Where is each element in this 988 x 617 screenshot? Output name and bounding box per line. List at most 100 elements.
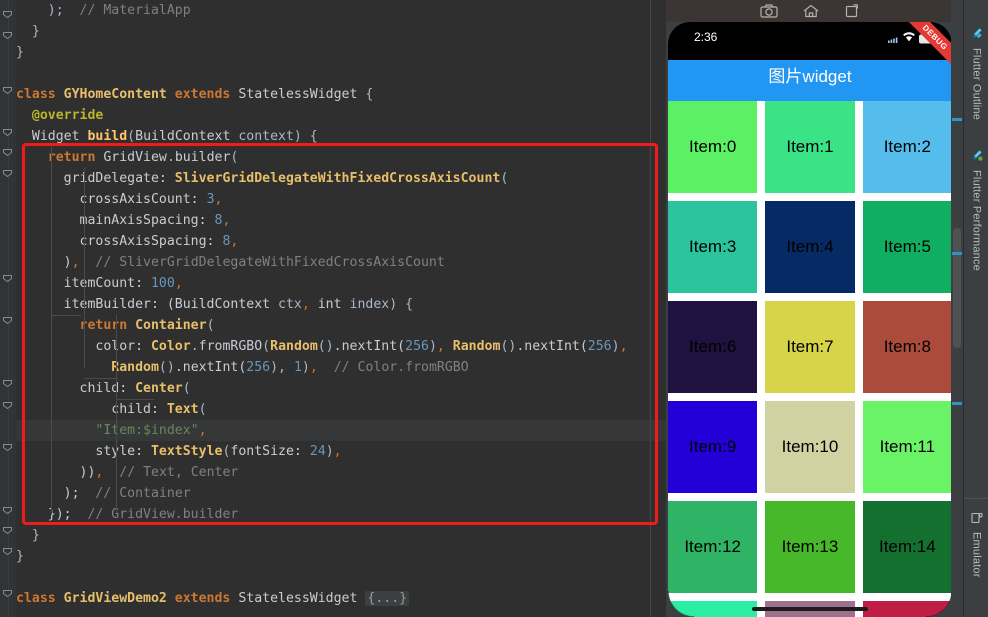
grid-cell[interactable]: Item:2 <box>862 101 952 193</box>
code-token: .nextInt( <box>174 360 247 375</box>
home-icon[interactable] <box>802 4 820 18</box>
grid-cell[interactable]: Item:5 <box>862 201 952 293</box>
rail-item-partial[interactable]: or <box>964 0 988 20</box>
code-text-area[interactable]: ); // MaterialApp }} class GYHomeContent … <box>16 0 666 617</box>
right-tool-rail[interactable]: or Flutter Outline Flutter Performan <box>963 0 988 617</box>
code-line[interactable]: return Container( <box>16 315 666 336</box>
code-line[interactable]: Random().nextInt(256), 1), // Color.from… <box>16 357 666 378</box>
emulator-panel[interactable]: 2:36 DEBUG 图片widget Item:0 Item:1 Item:2… <box>666 0 954 617</box>
code-line[interactable]: ); // MaterialApp <box>16 0 666 21</box>
grid-cell[interactable]: Item:0 <box>668 101 758 193</box>
grid-cell[interactable]: Item:6 <box>668 301 758 393</box>
code-token: ) <box>611 339 620 354</box>
grid-cell[interactable]: Item:12 <box>668 501 758 593</box>
code-line[interactable]: crossAxisCount: 3, <box>16 189 666 210</box>
code-token: // Container <box>95 486 191 501</box>
grid-cell[interactable]: Item:9 <box>668 401 758 493</box>
fold-marker[interactable] <box>2 546 13 557</box>
fold-marker[interactable] <box>2 147 13 158</box>
fold-marker[interactable] <box>2 127 13 138</box>
grid-cell-label: Item:13 <box>781 537 839 556</box>
fold-marker[interactable] <box>2 442 13 453</box>
code-line[interactable]: mainAxisSpacing: 8, <box>16 210 666 231</box>
code-token: context <box>238 129 294 144</box>
code-line[interactable]: return GridView.builder( <box>16 147 666 168</box>
emulator-toolbar[interactable] <box>666 0 954 22</box>
code-line[interactable] <box>16 567 666 588</box>
fold-marker[interactable] <box>2 85 13 96</box>
code-token: fromRGBO <box>198 339 263 354</box>
code-token: }); <box>16 507 72 522</box>
emulator-scrollbar-track[interactable] <box>951 0 963 617</box>
fold-marker[interactable] <box>2 30 13 41</box>
code-token: } <box>16 45 24 60</box>
fold-marker[interactable] <box>2 273 13 284</box>
editor-gutter[interactable] <box>0 0 29 617</box>
code-token: TextStyle <box>150 444 223 459</box>
code-token: ); <box>16 3 80 18</box>
code-token: extends <box>174 87 239 102</box>
grid-cell[interactable]: Item:11 <box>862 401 952 493</box>
fold-marker[interactable] <box>2 525 13 536</box>
indent-guide-tick <box>84 378 118 379</box>
code-line[interactable]: } <box>16 546 666 567</box>
code-line[interactable]: child: Text( <box>16 399 666 420</box>
scrollbar-marker <box>952 402 962 405</box>
grid-cell[interactable]: Item:8 <box>862 301 952 393</box>
overview-icon[interactable] <box>844 4 860 18</box>
code-line[interactable]: class GridViewDemo2 extends StatelessWid… <box>16 588 666 609</box>
grid-cell-label: Item:1 <box>786 137 834 156</box>
grid-cell[interactable]: Item:10 <box>765 401 855 493</box>
code-line[interactable]: ), // SliverGridDelegateWithFixedCrossAx… <box>16 252 666 273</box>
code-line[interactable]: color: Color.fromRGBO(Random().nextInt(2… <box>16 336 666 357</box>
rail-item-emulator[interactable]: Emulator <box>964 512 988 607</box>
code-line[interactable]: )), // Text, Center <box>16 462 666 483</box>
code-token: BuildContext <box>174 297 279 312</box>
fold-marker[interactable] <box>2 400 13 411</box>
code-line[interactable]: Widget build(BuildContext context) { <box>16 126 666 147</box>
code-editor[interactable]: ); // MaterialApp }} class GYHomeContent … <box>0 0 666 617</box>
fold-marker[interactable] <box>2 588 13 599</box>
code-line[interactable]: }); // GridView.builder <box>16 504 666 525</box>
fold-marker[interactable] <box>2 9 13 20</box>
grid-cell[interactable]: Item:7 <box>765 301 855 393</box>
code-token: gridDelegate: <box>16 171 175 186</box>
code-line[interactable]: } <box>16 21 666 42</box>
rail-item-flutter-performance[interactable]: Flutter Performance <box>964 150 988 290</box>
code-line[interactable]: "Item:$index", <box>16 420 666 441</box>
code-line[interactable]: crossAxisSpacing: 8, <box>16 231 666 252</box>
code-line[interactable]: } <box>16 525 666 546</box>
grid-cell[interactable]: Item:14 <box>862 501 952 593</box>
code-line[interactable]: itemBuilder: (BuildContext ctx, int inde… <box>16 294 666 315</box>
signal-icon <box>888 32 900 46</box>
camera-icon[interactable] <box>760 4 778 18</box>
code-line[interactable] <box>16 63 666 84</box>
grid-view[interactable]: Item:0 Item:1 Item:2 Item:3 Item:4 Item:5 Item… <box>668 101 952 617</box>
grid-cell[interactable]: Item:4 <box>765 201 855 293</box>
code-line[interactable]: class GYHomeContent extends StatelessWid… <box>16 84 666 105</box>
grid-cell[interactable]: Item:3 <box>668 201 758 293</box>
fold-marker[interactable] <box>2 378 13 389</box>
wifi-icon <box>902 31 916 45</box>
fold-marker[interactable] <box>2 505 13 516</box>
grid-cell[interactable]: Item:15 <box>668 601 758 617</box>
rail-item-flutter-outline[interactable]: Flutter Outline <box>964 28 988 138</box>
emulator-scrollbar-thumb[interactable] <box>953 228 961 348</box>
code-line[interactable]: @override <box>16 105 666 126</box>
grid-cell[interactable]: Item:1 <box>765 101 855 193</box>
fold-marker[interactable] <box>2 168 13 179</box>
grid-cell[interactable]: Item:13 <box>765 501 855 593</box>
phone-frame[interactable]: 2:36 DEBUG 图片widget Item:0 Item:1 Item:2… <box>668 22 952 617</box>
code-line[interactable]: itemCount: 100, <box>16 273 666 294</box>
code-token: extends <box>174 591 239 606</box>
code-token: GridViewDemo2 <box>63 591 175 606</box>
code-line[interactable]: child: Center( <box>16 378 666 399</box>
code-token: itemBuilder: ( <box>16 297 175 312</box>
code-line[interactable]: style: TextStyle(fontSize: 24), <box>16 441 666 462</box>
fold-marker[interactable] <box>2 315 13 326</box>
code-line[interactable]: gridDelegate: SliverGridDelegateWithFixe… <box>16 168 666 189</box>
home-indicator[interactable] <box>752 607 868 611</box>
code-line[interactable]: ); // Container <box>16 483 666 504</box>
grid-cell[interactable]: Item:17 <box>862 601 952 617</box>
code-line[interactable]: } <box>16 42 666 63</box>
